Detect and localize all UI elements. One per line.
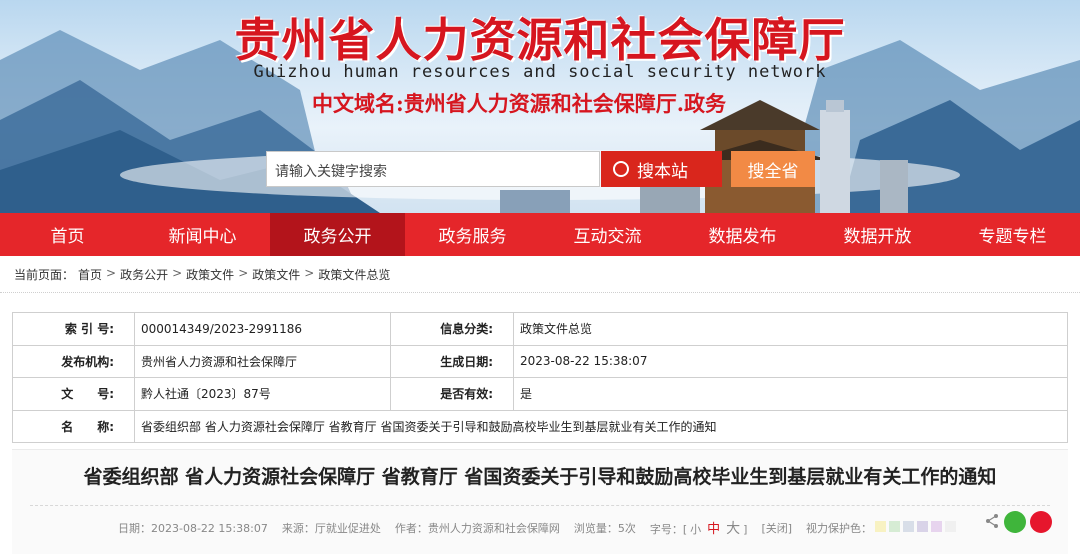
breadcrumb-divider (0, 292, 1080, 293)
search-input[interactable]: 请输入关键字搜索 (266, 151, 600, 187)
table-row: 索 引 号: 000014349/2023-2991186 信息分类: 政策文件… (12, 312, 1068, 346)
date-value: 2023-08-22 15:38:07 (513, 344, 1068, 378)
nav-item-home[interactable]: 首页 (0, 213, 135, 256)
site-domain-label: 中文域名:贵州省人力资源和社会保障厅.政务 (312, 91, 727, 116)
eye-color-swatch[interactable] (875, 521, 887, 532)
eye-protect-label: 视力保护色： (806, 522, 873, 535)
breadcrumb-policy-overview[interactable]: 政策文件总览 (318, 266, 390, 283)
index-value: 000014349/2023-2991186 (134, 312, 391, 346)
close-button[interactable]: [关闭] (761, 520, 792, 536)
nav-item-news[interactable]: 新闻中心 (135, 213, 270, 256)
wechat-share-icon[interactable] (1004, 511, 1026, 533)
nav-item-interaction[interactable]: 互动交流 (540, 213, 675, 256)
name-value: 省委组织部 省人力资源社会保障厅 省教育厅 省国资委关于引导和鼓励高校毕业生到基… (134, 409, 1068, 443)
eye-color-swatch[interactable] (903, 521, 915, 532)
font-small-button[interactable]: 小 (690, 523, 701, 536)
font-medium-button[interactable]: 中 (707, 522, 720, 537)
meta-date: 2023-08-22 15:38:07 (151, 522, 268, 535)
article-meta: 日期：2023-08-22 15:38:07 来源：厅就业促进处 作者：贵州人力… (118, 518, 957, 538)
document-info-table: 索 引 号: 000014349/2023-2991186 信息分类: 政策文件… (12, 312, 1068, 443)
nav-item-topics[interactable]: 专题专栏 (945, 213, 1080, 256)
name-label: 名 称: (12, 409, 135, 443)
table-row: 发布机构: 贵州省人力资源和社会保障厅 生成日期: 2023-08-22 15:… (12, 344, 1068, 378)
font-bracket-close: ] (743, 523, 748, 536)
meta-source-label: 来源： (281, 522, 315, 535)
meta-date-label: 日期： (118, 522, 151, 535)
article-title: 省委组织部 省人力资源社会保障厅 省教育厅 省国资委关于引导和鼓励高校毕业生到基… (83, 466, 997, 488)
nav-item-gov-affairs[interactable]: 政务公开 (270, 213, 405, 256)
index-label: 索 引 号: (12, 312, 135, 346)
meta-author-label: 作者： (394, 522, 428, 535)
breadcrumb-separator: > (304, 266, 315, 280)
meta-author: 贵州人力资源和社会保障网 (427, 522, 560, 535)
main-nav: 首页 新闻中心 政务公开 政务服务 互动交流 数据发布 数据开放 专题专栏 (0, 213, 1080, 256)
meta-divider (30, 505, 1050, 506)
weibo-share-icon[interactable] (1030, 511, 1052, 533)
font-size-label: 字号： (649, 523, 683, 536)
breadcrumb: 当前页面： 首页 > 政务公开 > 政策文件 > 政策文件 > 政策文件总览 (14, 266, 390, 283)
table-row: 名 称: 省委组织部 省人力资源社会保障厅 省教育厅 省国资委关于引导和鼓励高校… (12, 409, 1068, 443)
category-label: 信息分类: (390, 312, 514, 346)
category-value: 政策文件总览 (513, 312, 1068, 346)
validity-label: 是否有效: (390, 377, 514, 411)
breadcrumb-separator: > (172, 266, 183, 280)
breadcrumb-separator: > (238, 266, 249, 280)
issuer-label: 发布机构: (12, 344, 135, 378)
doc-number-value: 黔人社通〔2023〕87号 (134, 377, 391, 411)
doc-number-label: 文 号: (12, 377, 135, 411)
eye-color-swatch[interactable] (917, 521, 929, 532)
eye-color-swatch[interactable] (889, 521, 901, 532)
breadcrumb-prefix: 当前页面： (14, 268, 75, 282)
share-icon[interactable] (984, 513, 1000, 529)
nav-item-services[interactable]: 政务服务 (405, 213, 540, 256)
site-english-name: Guizhou human resources and social secur… (253, 62, 827, 82)
breadcrumb-policy-docs[interactable]: 政策文件 (252, 266, 300, 283)
eye-color-swatch[interactable] (945, 521, 957, 532)
breadcrumb-policy[interactable]: 政策文件 (186, 266, 234, 283)
breadcrumb-gov-affairs[interactable]: 政务公开 (120, 266, 168, 283)
eye-protect-swatches (872, 521, 957, 535)
validity-value: 是 (513, 377, 1068, 411)
eye-color-swatch[interactable] (931, 521, 943, 532)
date-label: 生成日期: (390, 344, 514, 378)
nav-item-open-data[interactable]: 数据开放 (810, 213, 945, 256)
font-bracket-open: [ (682, 523, 688, 536)
search-site-button[interactable]: 搜本站 (601, 151, 722, 187)
search-site-label: 搜本站 (637, 161, 688, 182)
breadcrumb-separator: > (106, 266, 117, 280)
header-banner: 贵州省人力资源和社会保障厅 Guizhou human resources an… (0, 0, 1080, 213)
meta-views-label: 浏览量： (573, 522, 618, 535)
font-large-button[interactable]: 大 (726, 521, 740, 537)
table-row: 文 号: 黔人社通〔2023〕87号 是否有效: 是 (12, 377, 1068, 411)
meta-views: 5次 (617, 522, 636, 535)
nav-item-data-release[interactable]: 数据发布 (675, 213, 810, 256)
search-icon (613, 161, 629, 177)
site-title: 贵州省人力资源和社会保障厅 (234, 13, 846, 67)
search-province-button[interactable]: 搜全省 (731, 151, 815, 187)
meta-source: 厅就业促进处 (314, 522, 381, 535)
breadcrumb-home[interactable]: 首页 (78, 266, 102, 283)
issuer-value: 贵州省人力资源和社会保障厅 (134, 344, 391, 378)
